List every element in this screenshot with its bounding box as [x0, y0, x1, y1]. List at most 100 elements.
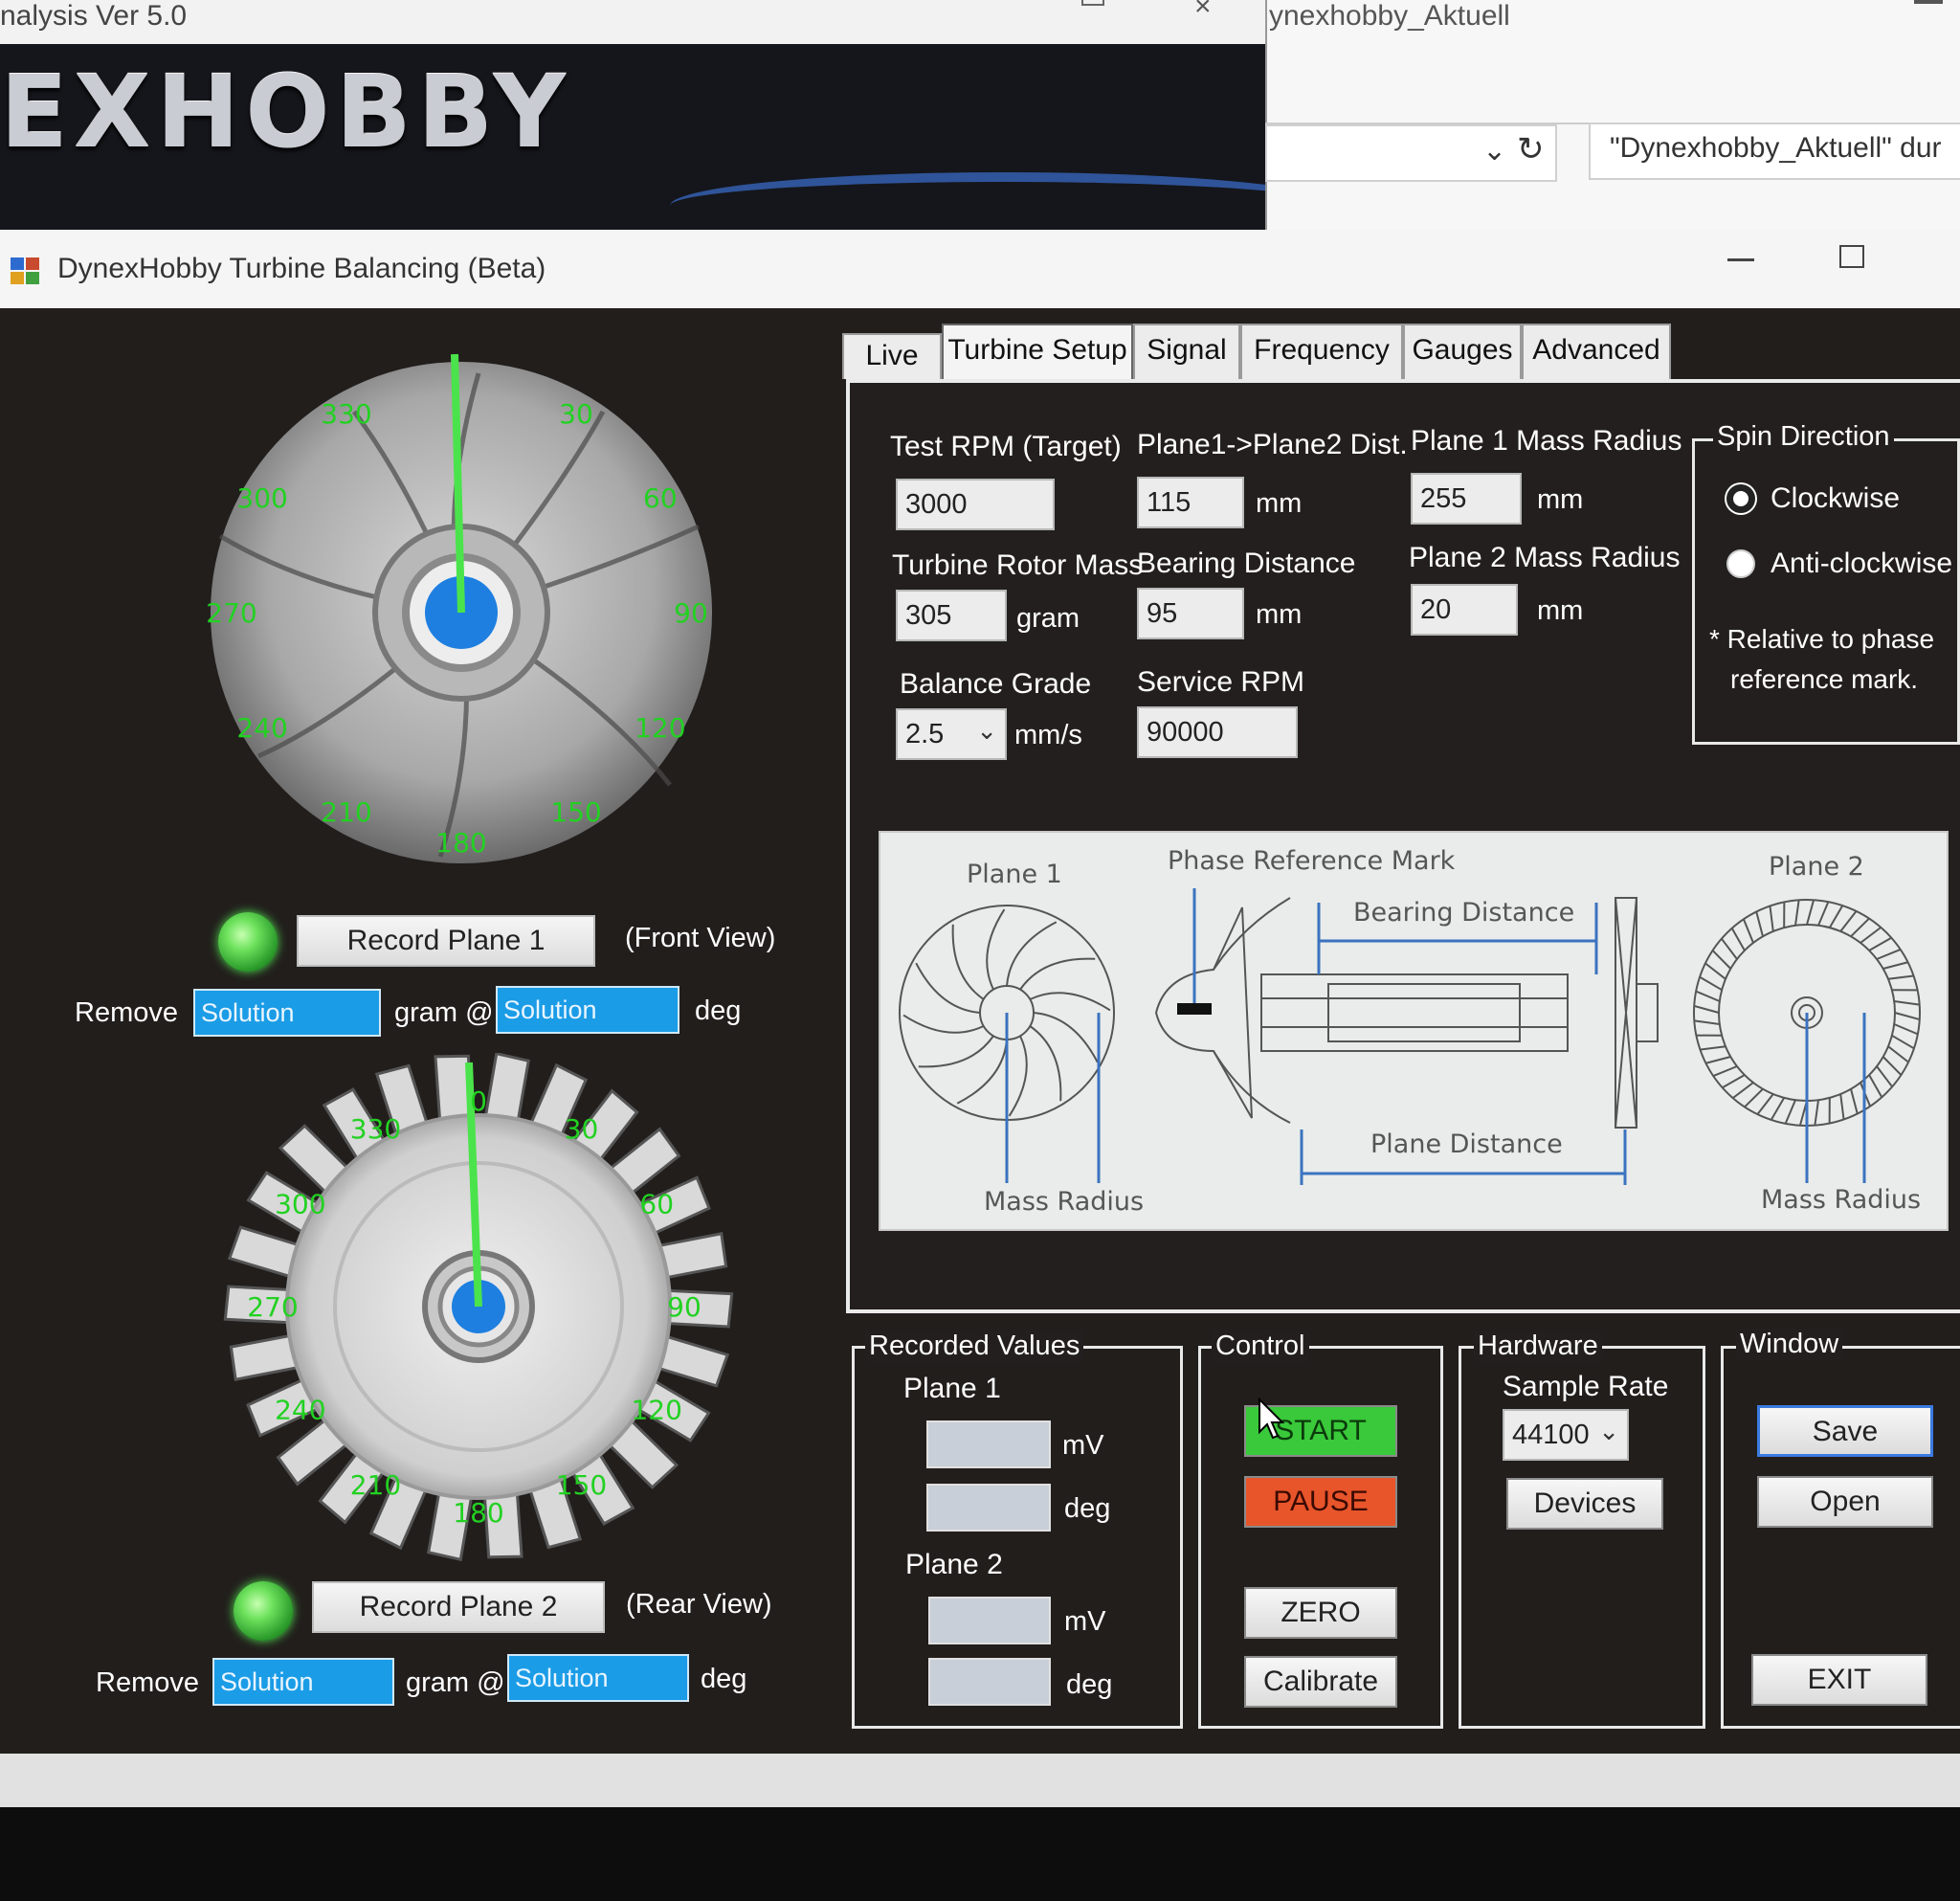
control-title: Control [1212, 1331, 1309, 1362]
diagram-turbine-tooth [1705, 1056, 1731, 1064]
plane1-rotor-compressor: 330 30 300 60 270 90 240 120 210 150 180 [206, 353, 712, 863]
recorded-plane1-deg-unit: deg [1064, 1493, 1111, 1524]
plane1-remove-label: Remove [75, 997, 178, 1028]
diagram-turbine-tooth [1721, 938, 1738, 960]
angle-label-210: 210 [321, 796, 371, 828]
diagram-turbine-tooth [1770, 1097, 1786, 1121]
diagram-turbine-tooth [1744, 1087, 1764, 1108]
test-rpm-label: Test RPM (Target) [890, 431, 1122, 462]
rotor-mass-unit: gram [1016, 603, 1080, 634]
record-plane2-button[interactable]: Record Plane 2 [312, 1581, 605, 1633]
record-plane1-button[interactable]: Record Plane 1 [297, 915, 595, 967]
minimize-icon[interactable] [1727, 258, 1754, 261]
diagram-compressor-blade [951, 924, 985, 1000]
angle-label-180: 180 [453, 1497, 503, 1529]
hardware-title: Hardware [1474, 1331, 1602, 1362]
balance-grade-value: 2.5 [905, 719, 945, 749]
open-button[interactable]: Open [1757, 1476, 1933, 1528]
spin-note-line2: reference mark. [1730, 664, 1919, 694]
zero-button[interactable]: ZERO [1244, 1587, 1397, 1639]
angle-label-300: 300 [236, 482, 287, 514]
tab-live[interactable]: Live [842, 333, 942, 379]
calibrate-button[interactable]: Calibrate [1244, 1656, 1397, 1708]
service-rpm-input[interactable]: 90000 [1137, 706, 1298, 758]
bg-explorer-min-icon[interactable] [1914, 0, 1943, 4]
pause-button[interactable]: PAUSE [1244, 1476, 1397, 1528]
clockwise-label: Clockwise [1771, 482, 1901, 514]
bg-maximize-icon[interactable] [1081, 0, 1104, 6]
diagram-turbine-tooth [1817, 901, 1830, 927]
diagram-plane2-label: Plane 2 [1769, 852, 1864, 882]
bearing-distance-unit: mm [1256, 599, 1303, 630]
diagram-plane1-label: Plane 1 [967, 860, 1062, 889]
bg-explorer-address[interactable]: ⌄ [1265, 124, 1557, 182]
bearing-distance-input[interactable]: 95 [1137, 588, 1244, 639]
diagram-turbine-tooth [1755, 911, 1764, 937]
background-app-title: nalysis Ver 5.0 [0, 0, 188, 32]
bg-close-icon[interactable]: × [1194, 0, 1212, 21]
balance-grade-select[interactable]: 2.5 ⌄ [896, 708, 1007, 760]
plane-distance-label: Plane1->Plane2 Dist. [1137, 429, 1408, 460]
diagram-mass-radius-right: Mass Radius [1761, 1185, 1922, 1215]
plane-distance-input[interactable]: 115 [1137, 477, 1244, 528]
plane1-radius-input[interactable]: 255 [1411, 473, 1522, 525]
plane1-deg-label: deg [695, 995, 742, 1026]
plane2-deg-label: deg [701, 1664, 747, 1694]
recorded-plane2-mv-output [928, 1597, 1051, 1644]
plane1-gram-at-label: gram @ [394, 997, 494, 1028]
sample-rate-select[interactable]: 44100 ⌄ [1503, 1409, 1629, 1461]
refresh-icon[interactable]: ↻ [1517, 130, 1545, 168]
angle-label-270: 270 [206, 597, 256, 629]
clockwise-radio[interactable] [1726, 484, 1755, 513]
test-rpm-input[interactable]: 3000 [896, 479, 1055, 530]
angle-label-60: 60 [643, 482, 678, 514]
anticlockwise-radio[interactable] [1726, 549, 1755, 578]
chevron-down-icon[interactable]: ⌄ [1598, 1415, 1619, 1447]
diagram-turbine-tooth [1887, 1045, 1909, 1063]
turbine-diagram-drawing [899, 888, 1921, 1185]
diagram-turbine-tooth [1694, 1019, 1720, 1025]
diagram-compressor-blade [1008, 1035, 1028, 1117]
diagram-turbine-tooth [1784, 1099, 1796, 1125]
plane1-radius-label: Plane 1 Mass Radius [1411, 425, 1682, 457]
spin-note-line1: * Relative to phase [1709, 624, 1935, 654]
plane1-record-indicator[interactable] [218, 912, 278, 972]
plane2-mass-output: Solution [212, 1658, 394, 1706]
exit-button[interactable]: EXIT [1751, 1654, 1927, 1706]
angle-label-330: 330 [350, 1113, 401, 1145]
diagram-turbine-tooth [1693, 1004, 1720, 1014]
tab-signal[interactable]: Signal [1133, 324, 1240, 379]
diagram-turbine-tooth [1882, 961, 1908, 970]
tab-frequency[interactable]: Frequency [1240, 324, 1403, 379]
plane2-record-indicator[interactable] [234, 1581, 293, 1641]
bg-explorer-search-input[interactable]: "Dynexhobby_Aktuell" dur [1589, 123, 1960, 180]
plane1-mass-output: Solution [193, 989, 381, 1037]
devices-button[interactable]: Devices [1506, 1478, 1663, 1530]
save-button[interactable]: Save [1757, 1405, 1933, 1457]
diagram-turbine-tooth [1711, 950, 1732, 970]
bearing-distance-label: Bearing Distance [1137, 548, 1356, 579]
diagram-bearing-label: Bearing Distance [1353, 898, 1575, 928]
diagram-turbine-tooth [1814, 1100, 1819, 1126]
angle-label-270: 270 [247, 1291, 298, 1323]
diagram-turbine-tooth [1882, 1056, 1903, 1076]
app-icon [11, 257, 39, 284]
window-title: DynexHobby Turbine Balancing (Beta) [57, 253, 546, 284]
plane2-radius-input[interactable]: 20 [1411, 584, 1518, 636]
diagram-compressor-blade [986, 908, 1006, 991]
angle-label-150: 150 [550, 796, 601, 828]
tab-turbine-setup[interactable]: Turbine Setup [942, 324, 1133, 379]
chevron-down-icon[interactable]: ⌄ [976, 714, 997, 747]
rotor-mass-label: Turbine Rotor Mass [892, 549, 1144, 581]
tab-gauges[interactable]: Gauges [1403, 324, 1522, 379]
plane1-angle-output: Solution [496, 986, 679, 1034]
plane2-rotor-turbine: 330 30 300 60 270 90 240 120 210 150 180 0 [223, 1053, 734, 1562]
recorded-plane1-mv-unit: mV [1062, 1430, 1104, 1461]
tab-advanced[interactable]: Advanced [1522, 324, 1671, 379]
diagram-turbine-tooth [1828, 905, 1844, 928]
chevron-down-icon[interactable]: ⌄ [1482, 134, 1506, 168]
angle-label-30: 30 [565, 1113, 599, 1145]
angle-label-240: 240 [275, 1395, 325, 1426]
rotor-mass-input[interactable]: 305 [896, 590, 1007, 641]
maximize-icon[interactable] [1839, 245, 1864, 268]
